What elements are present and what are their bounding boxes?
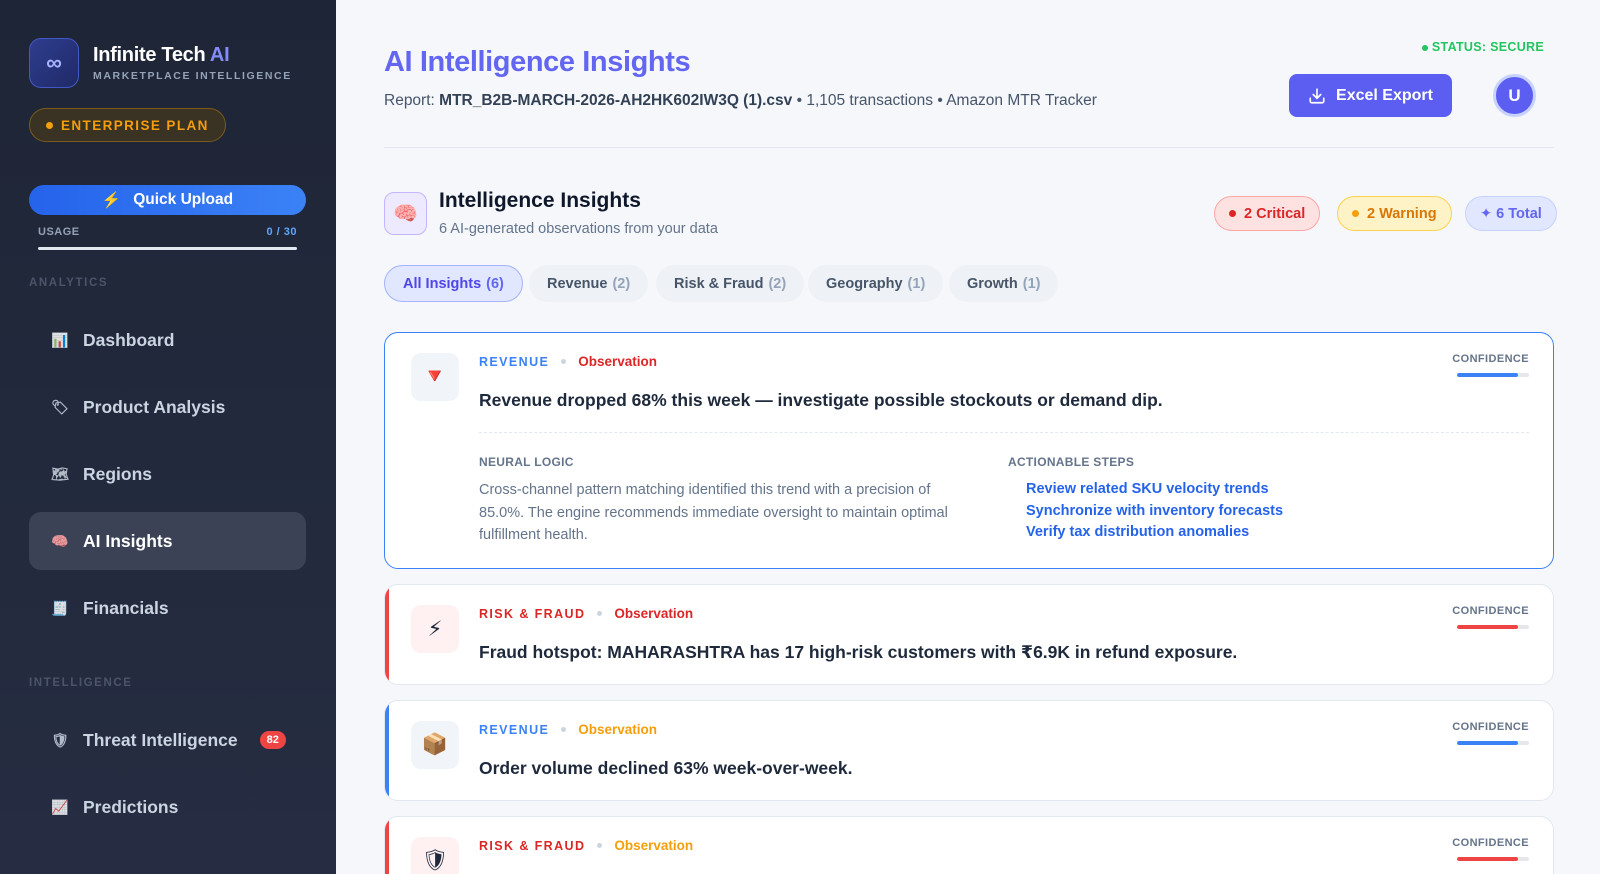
card-headline: Order volume declined 63% week-over-week…: [479, 758, 853, 778]
insight-card[interactable]: ⚡ RISK & FRAUD Observation Fraud hotspot…: [384, 584, 1554, 685]
plan-dot-icon: [46, 121, 53, 129]
card-category: REVENUE: [479, 722, 550, 737]
tab-growth[interactable]: Growth (1): [949, 265, 1059, 302]
tag-icon: 🏷: [51, 398, 69, 415]
sidebar-item-regions[interactable]: 🗺 Regions: [29, 445, 306, 503]
tab-risk-fraud[interactable]: Risk & Fraud (2): [656, 265, 805, 302]
brand[interactable]: ∞ Infinite Tech AI MARKETPLACE INTELLIGE…: [29, 38, 292, 88]
header-divider: [384, 147, 1554, 148]
confidence-bar: [1457, 625, 1529, 629]
critical-count-badge[interactable]: 2 Critical: [1214, 196, 1321, 231]
sidebar-item-product-analysis[interactable]: 🏷 Product Analysis: [29, 378, 306, 436]
neural-logic-label: NEURAL LOGIC: [479, 455, 574, 469]
step-link[interactable]: Review related SKU velocity trends: [1026, 479, 1283, 501]
page-title: AI Intelligence Insights: [384, 46, 691, 78]
sidebar-item-ai-insights[interactable]: 🧠 AI Insights: [29, 512, 306, 570]
insights-title: Intelligence Insights: [439, 189, 641, 212]
threat-count-badge: 82: [259, 731, 286, 749]
shield-icon: 🛡: [411, 837, 459, 874]
neural-logic-text: Cross-channel pattern matching identifie…: [479, 482, 948, 543]
card-kind: Observation: [578, 722, 658, 737]
confidence-label: CONFIDENCE: [1452, 837, 1529, 849]
lightning-icon: ⚡: [101, 191, 122, 209]
map-icon: 🗺: [51, 465, 69, 482]
confidence-label: CONFIDENCE: [1452, 605, 1529, 617]
warning-dot-icon: [1352, 210, 1359, 217]
report-filename: MTR_B2B-MARCH-2026-AH2HK602IW3Q (1).csv: [439, 92, 793, 109]
tab-all-insights[interactable]: All Insights (6): [384, 265, 523, 302]
actionable-steps-label: ACTIONABLE STEPS: [1008, 455, 1135, 469]
confidence-label: CONFIDENCE: [1452, 353, 1529, 365]
user-avatar[interactable]: U: [1493, 74, 1536, 117]
receipt-icon: 🧾: [51, 599, 69, 616]
package-icon: 📦: [411, 721, 459, 769]
warning-count-badge[interactable]: 2 Warning: [1337, 196, 1452, 231]
download-icon: [1309, 87, 1325, 104]
tab-geography[interactable]: Geography (1): [808, 265, 944, 302]
step-link[interactable]: Synchronize with inventory forecasts: [1026, 501, 1283, 523]
sidebar-item-threat-intelligence[interactable]: 🛡 Threat Intelligence 82: [29, 711, 306, 769]
insight-card[interactable]: 🛡 RISK & FRAUD Observation CONFIDENCE: [384, 816, 1554, 874]
step-link[interactable]: Verify tax distribution anomalies: [1026, 522, 1283, 544]
confidence-bar: [1457, 857, 1529, 861]
quick-upload-button[interactable]: ⚡ Quick Upload: [29, 185, 306, 215]
sidebar-item-dashboard[interactable]: 📊 Dashboard: [29, 311, 306, 369]
card-kind: Observation: [578, 354, 658, 369]
card-category: RISK & FRAUD: [479, 606, 586, 621]
actionable-steps-list: Review related SKU velocity trends Synch…: [1026, 479, 1283, 544]
down-triangle-icon: 🔻: [411, 353, 459, 401]
excel-export-button[interactable]: Excel Export: [1289, 74, 1452, 117]
critical-dot-icon: [1229, 210, 1236, 217]
section-label-intelligence: INTELLIGENCE: [29, 677, 133, 689]
card-kind: Observation: [614, 606, 694, 621]
card-headline: Revenue dropped 68% this week — investig…: [479, 390, 1163, 410]
sidebar-item-financials[interactable]: 🧾 Financials: [29, 579, 306, 637]
status-indicator: STATUS: SECURE: [1421, 40, 1544, 54]
card-kind: Observation: [614, 838, 694, 853]
card-category: REVENUE: [479, 354, 550, 369]
main-content: AI Intelligence Insights Report: MTR_B2B…: [336, 0, 1600, 874]
brand-name: Infinite Tech AI: [93, 44, 230, 66]
usage-label: USAGE: [38, 226, 80, 238]
insights-subtitle: 6 AI-generated observations from your da…: [439, 221, 718, 237]
sidebar-item-predictions[interactable]: 📈 Predictions: [29, 778, 306, 836]
lightning-icon: ⚡: [411, 605, 459, 653]
report-info: Report: MTR_B2B-MARCH-2026-AH2HK602IW3Q …: [384, 92, 1097, 109]
trend-chart-icon: 📈: [51, 798, 69, 815]
card-category: RISK & FRAUD: [479, 838, 586, 853]
tab-revenue[interactable]: Revenue (2): [529, 265, 649, 302]
sidebar: ∞ Infinite Tech AI MARKETPLACE INTELLIGE…: [0, 0, 336, 874]
brain-icon: 🧠: [384, 192, 427, 235]
plan-badge: ENTERPRISE PLAN: [29, 108, 226, 142]
total-count-badge[interactable]: ✦ 6 Total: [1465, 196, 1557, 231]
brain-icon: 🧠: [51, 532, 69, 549]
insight-card[interactable]: 🔻 REVENUE Observation Revenue dropped 68…: [384, 332, 1554, 569]
shield-icon: 🛡: [51, 731, 69, 748]
usage-meter: USAGE 0 / 30: [38, 226, 297, 238]
insight-card[interactable]: 📦 REVENUE Observation Order volume decli…: [384, 700, 1554, 801]
card-headline: Fraud hotspot: MAHARASHTRA has 17 high-r…: [479, 642, 1238, 662]
confidence-bar: [1457, 373, 1529, 377]
section-label-analytics: ANALYTICS: [29, 277, 109, 289]
infinity-logo-icon: ∞: [29, 38, 79, 88]
usage-value: 0 / 30: [266, 226, 297, 238]
bar-chart-icon: 📊: [51, 331, 69, 348]
status-dot-icon: [1421, 44, 1428, 51]
confidence-bar: [1457, 741, 1529, 745]
usage-progress-bar: [38, 247, 297, 250]
confidence-label: CONFIDENCE: [1452, 721, 1529, 733]
brand-subtitle: MARKETPLACE INTELLIGENCE: [93, 70, 292, 82]
